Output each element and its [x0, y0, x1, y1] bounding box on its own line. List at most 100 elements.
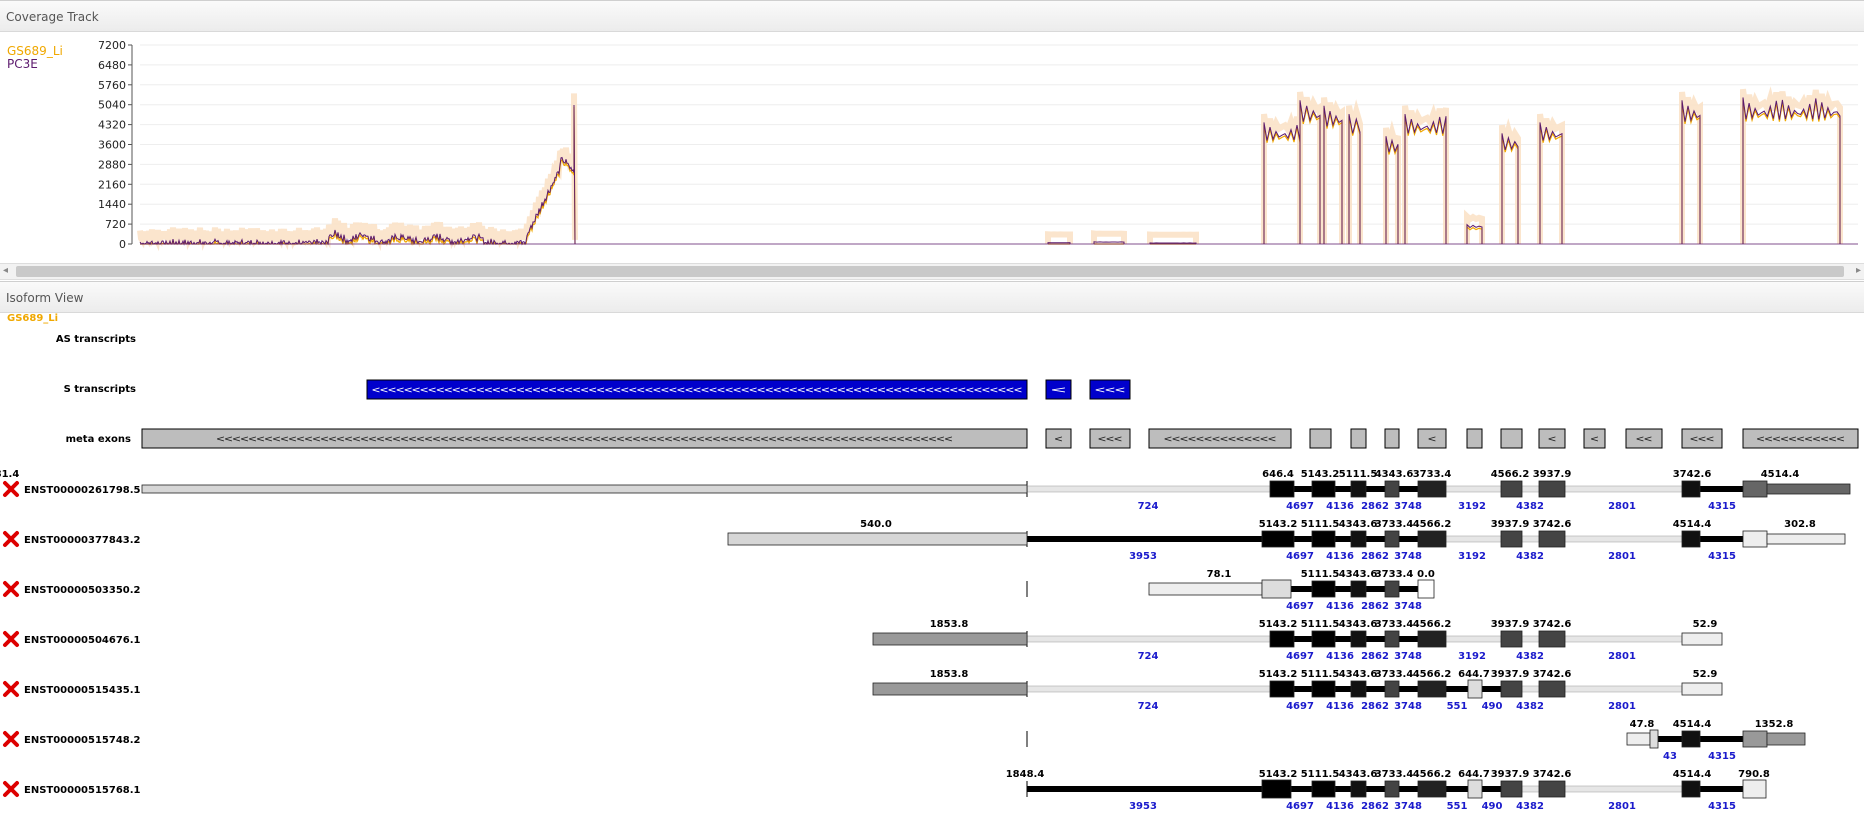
remove-transcript-icon[interactable]	[3, 781, 19, 797]
exon[interactable]	[1261, 579, 1292, 599]
exon[interactable]	[1766, 533, 1846, 545]
exon[interactable]	[1384, 780, 1400, 798]
intron-dark	[1399, 686, 1418, 692]
intron-dark	[1294, 486, 1312, 492]
exon[interactable]	[141, 484, 1028, 494]
exon[interactable]	[1269, 680, 1295, 698]
exon[interactable]	[1538, 680, 1566, 698]
exon[interactable]	[1384, 530, 1400, 548]
remove-transcript-icon[interactable]	[3, 581, 19, 597]
remove-transcript-icon[interactable]	[3, 731, 19, 747]
exon-value: 3733.4	[1375, 769, 1414, 780]
exon[interactable]	[872, 682, 1028, 696]
exon[interactable]	[1417, 630, 1447, 648]
exon[interactable]	[1311, 780, 1336, 798]
meta-exon[interactable]	[1309, 428, 1332, 449]
exon[interactable]	[1742, 779, 1767, 799]
exon[interactable]	[1350, 580, 1367, 598]
exon[interactable]	[1500, 530, 1523, 548]
exon[interactable]	[872, 632, 1028, 646]
coverage-track-header: Coverage Track	[0, 0, 1864, 32]
exon[interactable]	[1766, 483, 1851, 495]
exon[interactable]	[1350, 780, 1367, 798]
exon[interactable]	[1742, 530, 1768, 548]
exon[interactable]	[1500, 680, 1523, 698]
exon[interactable]	[1417, 680, 1447, 698]
exon[interactable]	[1681, 632, 1723, 646]
scroll-thumb[interactable]	[16, 266, 1844, 277]
remove-transcript-icon[interactable]	[3, 481, 19, 497]
exon[interactable]	[1742, 480, 1768, 498]
horizontal-scrollbar[interactable]: ◂ ▸	[0, 263, 1864, 280]
exon[interactable]	[1626, 732, 1651, 746]
exon[interactable]	[1681, 780, 1701, 798]
y-tick-label: 720	[105, 218, 126, 231]
exon[interactable]	[1384, 630, 1400, 648]
meta-exon[interactable]	[1466, 428, 1483, 449]
meta-exon[interactable]	[1350, 428, 1367, 449]
exon[interactable]	[1681, 480, 1701, 498]
legend-gs689_li: GS689_Li	[7, 44, 63, 58]
exon[interactable]	[1649, 729, 1659, 749]
exon[interactable]	[1467, 679, 1483, 699]
exon[interactable]	[1681, 730, 1701, 748]
junction-value: 724	[1138, 701, 1159, 712]
exon[interactable]	[1766, 732, 1806, 746]
exon[interactable]	[1538, 630, 1566, 648]
exon[interactable]	[1269, 480, 1295, 498]
exon[interactable]	[1261, 530, 1295, 548]
intron-light	[1564, 785, 1683, 793]
exon[interactable]	[1350, 480, 1367, 498]
meta-exon[interactable]	[1500, 428, 1523, 449]
exon[interactable]	[1417, 780, 1447, 798]
exon[interactable]	[1500, 480, 1523, 498]
exon[interactable]	[1681, 682, 1723, 696]
junction-value: 4697	[1286, 651, 1314, 662]
meta-exon[interactable]	[1384, 428, 1400, 449]
exon-value: 4566.2	[1413, 519, 1452, 530]
exon[interactable]	[1417, 480, 1447, 498]
exon[interactable]	[727, 532, 1028, 546]
junction-value: 3748	[1394, 801, 1422, 812]
remove-transcript-icon[interactable]	[3, 631, 19, 647]
intron-dark	[1700, 536, 1743, 542]
exon[interactable]	[1417, 530, 1447, 548]
scroll-right-arrow-icon[interactable]: ▸	[1856, 265, 1861, 276]
exon[interactable]	[1311, 530, 1336, 548]
exon[interactable]	[1311, 680, 1336, 698]
exon[interactable]	[1384, 480, 1400, 498]
exon[interactable]	[1350, 630, 1367, 648]
exon[interactable]	[1350, 530, 1367, 548]
intron-light	[1445, 635, 1502, 643]
exon[interactable]	[1384, 680, 1400, 698]
exon[interactable]	[1500, 630, 1523, 648]
remove-transcript-icon[interactable]	[3, 531, 19, 547]
exon[interactable]	[1311, 630, 1336, 648]
intron-dark	[1366, 636, 1385, 642]
exon-value: 1848.4	[1006, 769, 1045, 780]
exon[interactable]	[1311, 580, 1336, 598]
exon[interactable]	[1261, 779, 1292, 799]
exon-value: 3937.9	[1491, 519, 1530, 530]
exon-value: 4566.2	[1413, 619, 1452, 630]
exon[interactable]	[1681, 530, 1701, 548]
scroll-left-arrow-icon[interactable]: ◂	[3, 265, 8, 276]
exon[interactable]	[1467, 779, 1483, 799]
exon[interactable]	[1384, 580, 1400, 598]
exon[interactable]	[1538, 480, 1566, 498]
junction-value: 4697	[1286, 601, 1314, 612]
intron-light	[1564, 485, 1683, 493]
exon[interactable]	[1417, 579, 1435, 599]
exon[interactable]	[1742, 730, 1768, 748]
exon[interactable]	[1538, 530, 1566, 548]
exon[interactable]	[1269, 630, 1295, 648]
exon[interactable]	[1500, 780, 1523, 798]
exon[interactable]	[1311, 480, 1336, 498]
remove-transcript-icon[interactable]	[3, 681, 19, 697]
junction-value: 3748	[1394, 601, 1422, 612]
exon[interactable]	[1350, 680, 1367, 698]
exon[interactable]	[1148, 582, 1263, 596]
meta-exons-label: meta exons	[66, 434, 131, 445]
junction-value: 2801	[1608, 701, 1636, 712]
exon[interactable]	[1538, 780, 1566, 798]
